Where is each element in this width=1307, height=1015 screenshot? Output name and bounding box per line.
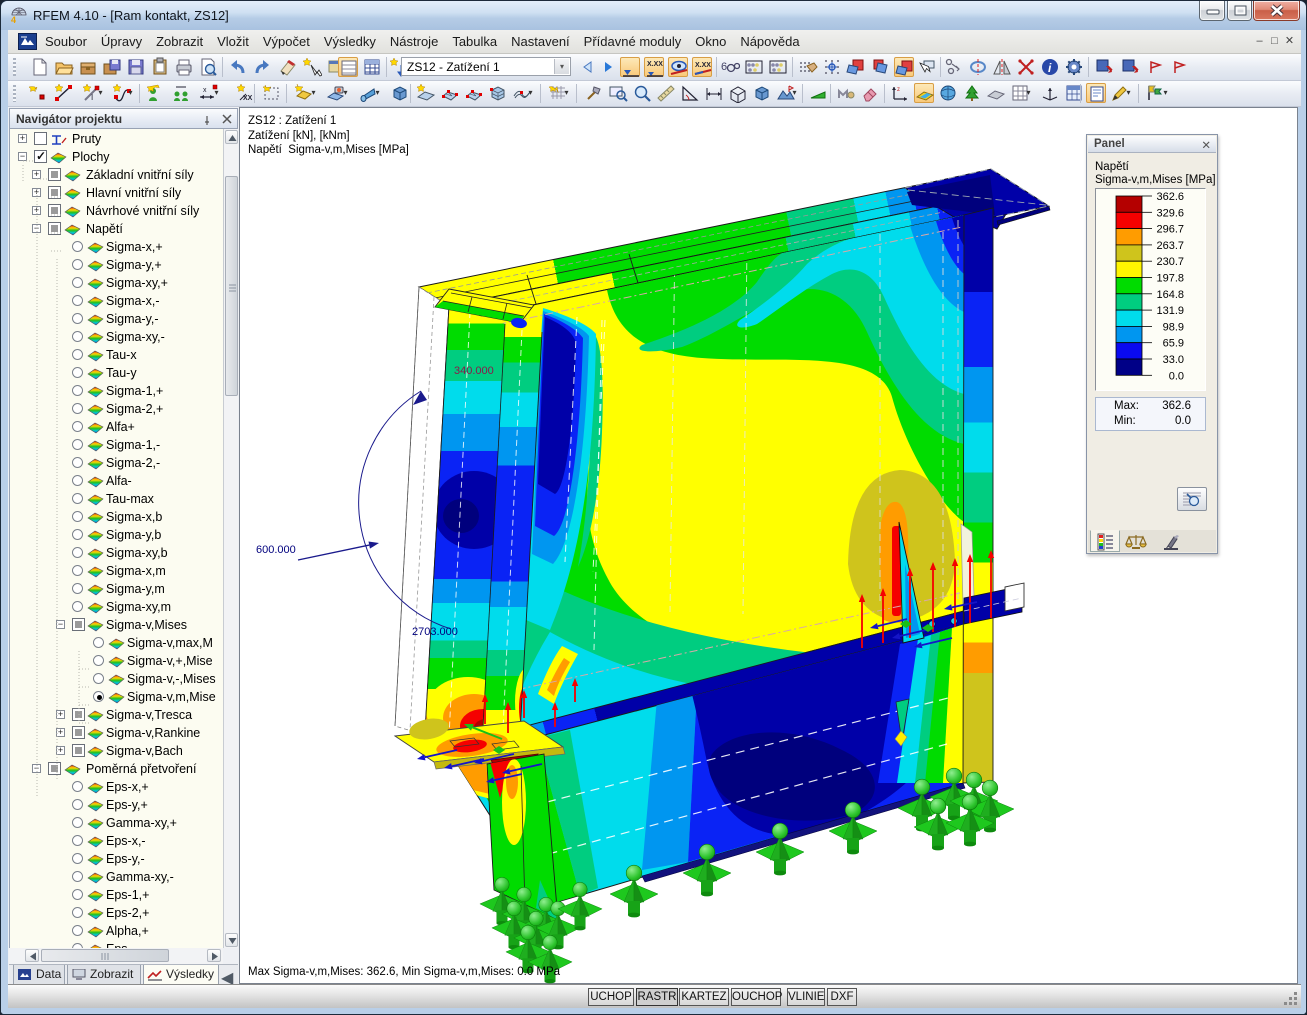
svg-text:X.XX: X.XX [647,61,663,68]
svg-text:197.8: 197.8 [1156,273,1184,285]
svg-text:164.8: 164.8 [1156,289,1184,301]
svg-text:362.6: 362.6 [1156,191,1184,203]
svg-text:329.6: 329.6 [1156,207,1184,219]
svg-text:X.XX: X.XX [695,62,711,69]
svg-text:98.9: 98.9 [1163,321,1184,333]
svg-text:2703.000: 2703.000 [412,626,458,638]
svg-text:6: 6 [721,61,727,73]
svg-text:33.0: 33.0 [1163,354,1184,366]
svg-text:x: x [203,87,207,94]
svg-text:0.0: 0.0 [1169,370,1184,382]
svg-text:z: z [897,87,900,93]
svg-text:263.7: 263.7 [1156,240,1184,252]
svg-text:296.7: 296.7 [1156,224,1184,236]
svg-text:131.9: 131.9 [1156,305,1184,317]
svg-text:65.9: 65.9 [1163,338,1184,350]
svg-text:340.000: 340.000 [454,365,494,377]
svg-text:230.7: 230.7 [1156,256,1184,268]
svg-text:I: I [91,93,93,102]
svg-text:600.000: 600.000 [256,544,296,556]
svg-text:4: 4 [11,15,16,24]
